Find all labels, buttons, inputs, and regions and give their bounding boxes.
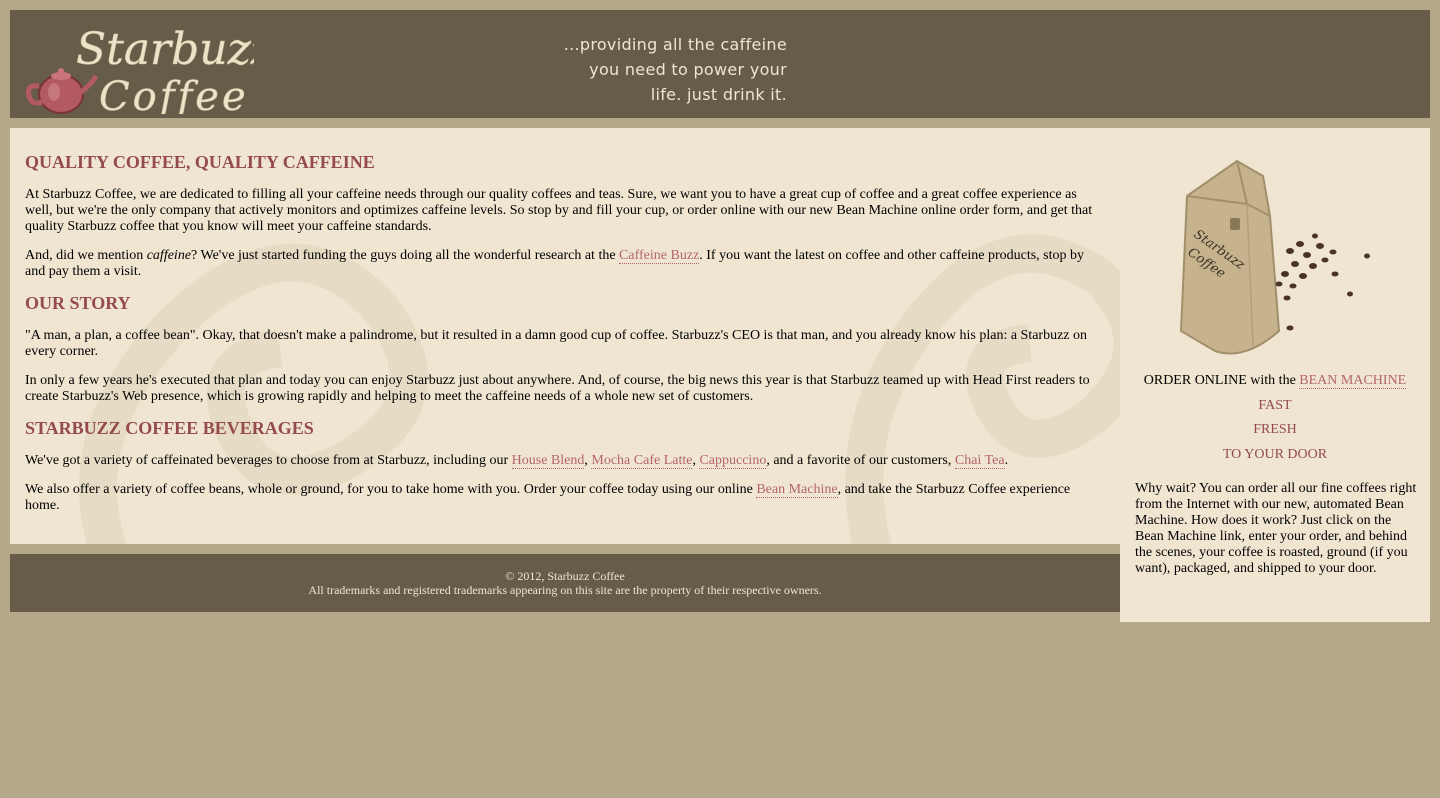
coffee-bag-image: Starbuzz Coffee (1179, 159, 1370, 355)
main-content: QUALITY COFFEE, QUALITY CAFFEINE At Star… (10, 128, 1120, 544)
paragraph-beverages-2: We also offer a variety of coffee beans,… (25, 482, 1071, 513)
section-heading-story: OUR STORY (25, 293, 131, 313)
caffeine-buzz-link[interactable]: Caffeine Buzz (619, 248, 700, 264)
logo-word-coffee: Coffee (99, 74, 249, 114)
mocha-cafe-latte-link[interactable]: Mocha Cafe Latte (591, 453, 693, 469)
copyright-text: © 2012, Starbuzz Coffee (505, 569, 625, 583)
why-wait-paragraph: Why wait? You can order all our fine cof… (1135, 481, 1417, 576)
coffee-beans-icon (1275, 233, 1370, 331)
pitch-to-your-door: TO YOUR DOOR (1222, 447, 1328, 462)
order-online-line: ORDER ONLINE with the BEAN MACHINE (1143, 373, 1407, 389)
house-blend-link[interactable]: House Blend (511, 453, 585, 469)
section-heading-beverages: STARBUZZ COFFEE BEVERAGES (25, 418, 314, 438)
bean-machine-sidebar-link[interactable]: BEAN MACHINE (1299, 373, 1407, 389)
slogan-line: you need to power your (589, 60, 787, 79)
starbuzz-logo[interactable]: Starbuzz Coffee (24, 14, 254, 114)
site-header: Starbuzz Coffee ...providing all the caf… (10, 10, 1430, 118)
slogan-line: ...providing all the caffeine (563, 35, 787, 54)
logo-word-starbuzz: Starbuzz (76, 24, 254, 75)
bean-machine-link[interactable]: Bean Machine (756, 482, 838, 498)
chai-tea-link[interactable]: Chai Tea (954, 453, 1005, 469)
paragraph-beverages-1: We've got a variety of caffeinated bever… (25, 453, 1009, 469)
paragraph-story-1: "A man, a plan, a coffee bean". Okay, th… (25, 328, 1088, 359)
paragraph-quality-2: And, did we mention caffeine? We've just… (25, 248, 1085, 279)
site-footer: © 2012, Starbuzz Coffee All trademarks a… (10, 554, 1120, 612)
trademark-text: All trademarks and registered trademarks… (308, 583, 822, 597)
caffeine-emphasis: caffeine (146, 248, 192, 263)
slogan: ...providing all the caffeine you need t… (490, 32, 787, 107)
sidebar: Starbuzz Coffee ORDER ONLINE with the BE… (1120, 128, 1430, 622)
pitch-fresh: FRESH (1253, 422, 1297, 437)
cappuccino-link[interactable]: Cappuccino (699, 453, 767, 469)
section-heading-quality: QUALITY COFFEE, QUALITY CAFFEINE (25, 152, 375, 172)
pitch-fast: FAST (1258, 398, 1292, 413)
paragraph-quality-1: At Starbuzz Coffee, we are dedicated to … (25, 187, 1093, 234)
slogan-line: life. just drink it. (650, 85, 787, 104)
paragraph-story-2: In only a few years he's executed that p… (25, 373, 1090, 404)
